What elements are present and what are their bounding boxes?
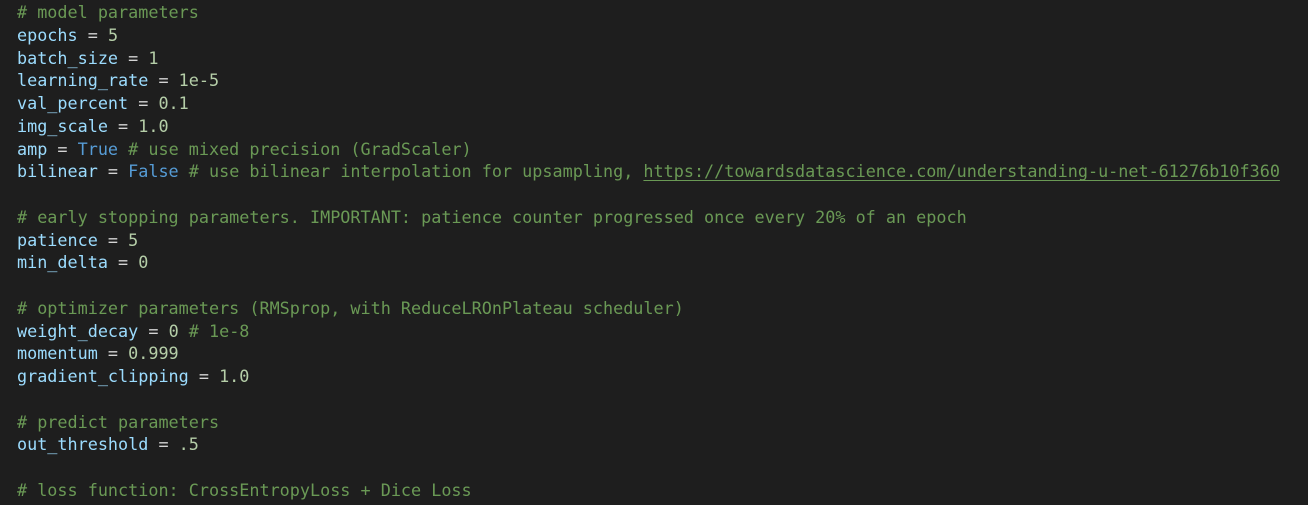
code-comment: # 1e-8	[178, 320, 250, 341]
code-line[interactable]: # loss function: CrossEntropyLoss + Dice…	[17, 479, 1308, 502]
code-line[interactable]: img_scale = 1.0	[17, 115, 1308, 138]
code-line[interactable]: bilinear = False # use bilinear interpol…	[17, 160, 1308, 183]
code-line[interactable]: batch_size = 1	[17, 47, 1308, 70]
code-variable: patience	[17, 229, 98, 250]
code-line[interactable]: ​	[17, 183, 1308, 206]
code-line[interactable]: ​	[17, 456, 1308, 479]
code-comment: # predict parameters	[17, 411, 220, 432]
code-operator: =	[97, 161, 129, 182]
code-line[interactable]: # predict parameters	[17, 411, 1308, 434]
code-editor[interactable]: # model parameters epochs = 5 batch_size =…	[0, 0, 1308, 505]
code-keyword: True	[77, 138, 119, 159]
code-comment: # use mixed precision (GradScaler)	[118, 138, 472, 159]
code-operator: =	[107, 115, 139, 136]
code-number: 0	[168, 320, 179, 341]
code-number: 5	[107, 24, 119, 45]
code-variable: learning_rate	[17, 70, 149, 91]
code-variable: img_scale	[17, 115, 108, 136]
code-operator: =	[97, 229, 129, 250]
code-number: 0.999	[128, 343, 179, 364]
code-operator: =	[148, 434, 179, 455]
code-number: 0	[138, 252, 149, 273]
code-line[interactable]: epochs = 5	[17, 24, 1308, 47]
code-link[interactable]: https://towardsdatascience.com/understan…	[643, 161, 1280, 181]
code-line[interactable]: val_percent = 0.1	[17, 92, 1308, 115]
code-number: 5	[128, 229, 139, 250]
code-variable: momentum	[17, 343, 98, 364]
code-comment: # early stopping parameters. IMPORTANT: …	[17, 206, 967, 227]
code-number: 1.0	[138, 115, 169, 136]
code-line[interactable]: # model parameters	[17, 1, 1308, 24]
code-operator: =	[107, 252, 139, 273]
code-operator: =	[128, 93, 159, 113]
code-line[interactable]: gradient_clipping = 1.0	[17, 365, 1308, 388]
code-number: 1.0	[219, 366, 250, 386]
code-operator: =	[148, 70, 179, 91]
code-keyword: False	[128, 161, 179, 182]
code-line[interactable]: momentum = 0.999	[17, 342, 1308, 365]
code-line[interactable]: weight_decay = 0 # 1e-8	[17, 320, 1308, 343]
code-variable: weight_decay	[17, 320, 139, 341]
code-line[interactable]: min_delta = 0	[17, 251, 1308, 274]
code-operator: =	[97, 343, 129, 364]
code-operator: =	[47, 138, 78, 159]
code-line[interactable]: patience = 5	[17, 229, 1308, 252]
code-number: 1e-5	[178, 70, 220, 91]
code-variable: amp	[17, 138, 48, 159]
code-operator: =	[188, 366, 220, 386]
code-variable: epochs	[17, 24, 78, 45]
code-line[interactable]: ​	[17, 274, 1308, 297]
code-comment: # optimizer parameters (RMSprop, with Re…	[17, 297, 684, 318]
code-variable: out_threshold	[17, 434, 149, 455]
code-number: 1	[148, 47, 159, 68]
code-comment: # loss function: CrossEntropyLoss + Dice…	[17, 479, 472, 500]
code-variable: val_percent	[17, 93, 129, 113]
code-operator: =	[77, 24, 108, 45]
code-operator: =	[138, 320, 169, 341]
code-variable: batch_size	[17, 47, 119, 68]
code-variable: bilinear	[17, 161, 98, 182]
code-line[interactable]: ​	[17, 388, 1308, 411]
code-variable: min_delta	[17, 252, 108, 273]
code-operator: =	[118, 47, 149, 68]
code-comment: # model parameters	[17, 2, 199, 22]
code-number: .5	[178, 434, 199, 455]
code-number: 0.1	[158, 93, 189, 113]
code-line[interactable]: out_threshold = .5	[17, 433, 1308, 456]
code-line[interactable]: # optimizer parameters (RMSprop, with Re…	[17, 297, 1308, 320]
code-variable: gradient_clipping	[17, 366, 189, 386]
code-line[interactable]: amp = True # use mixed precision (GradSc…	[17, 138, 1308, 161]
code-line[interactable]: # early stopping parameters. IMPORTANT: …	[17, 206, 1308, 229]
code-line[interactable]: learning_rate = 1e-5	[17, 69, 1308, 92]
code-comment: # use bilinear interpolation for upsampl…	[178, 161, 644, 182]
